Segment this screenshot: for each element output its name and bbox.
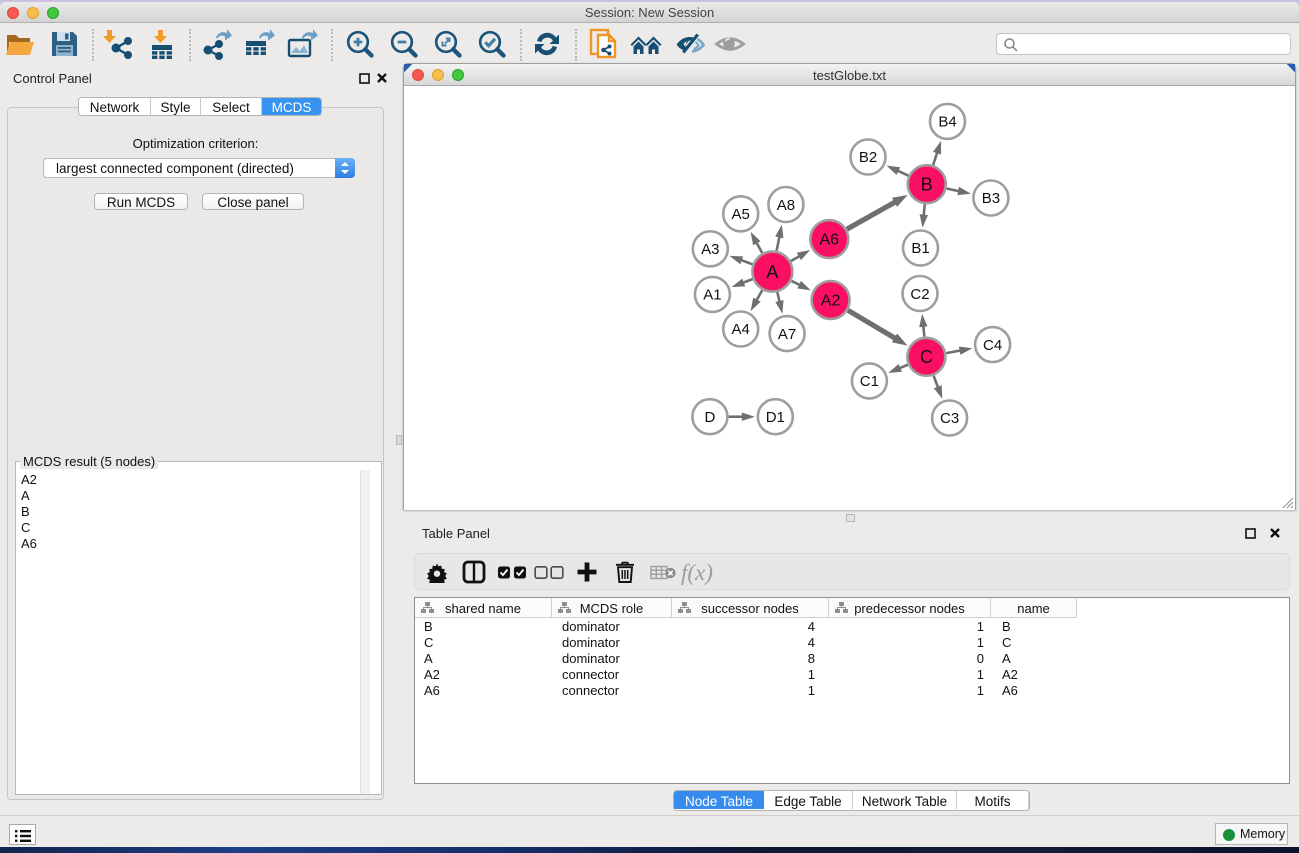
svg-text:A3: A3: [701, 241, 719, 258]
svg-text:C4: C4: [983, 337, 1002, 354]
svg-text:B3: B3: [982, 190, 1000, 207]
svg-text:C2: C2: [910, 286, 929, 303]
svg-text:A: A: [766, 262, 778, 282]
svg-text:B1: B1: [911, 240, 929, 257]
svg-text:A5: A5: [732, 206, 750, 223]
svg-text:A4: A4: [732, 321, 750, 338]
svg-text:C1: C1: [860, 373, 879, 390]
svg-text:B: B: [921, 175, 933, 195]
svg-text:A8: A8: [777, 197, 795, 214]
svg-text:B2: B2: [859, 149, 877, 166]
svg-text:A2: A2: [821, 293, 841, 310]
svg-text:f(x): f(x): [681, 560, 713, 585]
svg-text:B4: B4: [938, 114, 956, 131]
svg-text:C3: C3: [940, 410, 959, 427]
svg-text:D1: D1: [766, 409, 785, 426]
svg-text:A7: A7: [778, 326, 796, 343]
svg-text:A6: A6: [820, 232, 840, 249]
svg-text:D: D: [704, 409, 715, 426]
svg-text:A1: A1: [703, 287, 721, 304]
svg-text:C: C: [920, 347, 933, 367]
